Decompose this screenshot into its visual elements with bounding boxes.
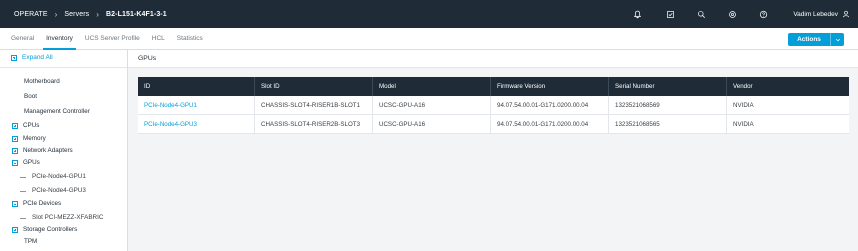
column-header-slot-id[interactable]: Slot ID: [255, 77, 373, 96]
tree-item-label: Memory: [23, 135, 46, 142]
tab-ucs-server-profile[interactable]: UCS Server Profile: [82, 28, 143, 50]
tab-statistics[interactable]: Statistics: [174, 28, 206, 50]
chevron-right-icon: ›: [54, 9, 58, 19]
tab-inventory[interactable]: Inventory: [43, 28, 76, 50]
expand-all-button[interactable]: Expand All: [11, 54, 53, 61]
breadcrumb: OPERATE › Servers › B2-L151-K4F1-3-1: [0, 10, 167, 19]
table-header: ID Slot ID Model Firmware Version Serial…: [138, 77, 849, 96]
inventory-tree: Expand All Motherboard Boot Management C…: [0, 50, 128, 251]
expand-icon[interactable]: [12, 148, 18, 154]
table-cell: 94.07.54.00.01-G171.0200.00.04: [491, 115, 609, 133]
column-header-vendor[interactable]: Vendor: [727, 77, 849, 96]
table-cell: 94.07.54.00.01-G171.0200.00.04: [491, 96, 609, 114]
column-header-id[interactable]: ID: [138, 77, 255, 96]
table-cell: CHASSIS-SLOT4-RISER1B-SLOT1: [255, 96, 373, 114]
tab-general[interactable]: General: [8, 28, 37, 50]
tree-item-label: PCIe-Node4-GPU3: [32, 187, 86, 194]
tree-item-gpus[interactable]: GPUs: [12, 158, 40, 168]
expand-icon[interactable]: [12, 136, 18, 142]
expand-icon: [11, 54, 17, 61]
breadcrumb-operate[interactable]: OPERATE: [14, 11, 48, 18]
tree-item-network-adapters[interactable]: Network Adapters: [12, 146, 73, 156]
expand-icon[interactable]: [12, 123, 18, 129]
tree-item-label: Boot: [24, 93, 37, 100]
breadcrumb-server-name: B2-L151-K4F1-3-1: [106, 10, 167, 18]
column-header-serial-number[interactable]: Serial Number: [609, 77, 727, 96]
top-bar: OPERATE › Servers › B2-L151-K4F1-3-1 Vad…: [0, 0, 858, 28]
gpu-id-link[interactable]: PCIe-Node4-GPU1: [138, 96, 255, 114]
page-title: GPUs: [138, 55, 157, 62]
tree-connector: [20, 217, 26, 219]
gpu-table: ID Slot ID Model Firmware Version Serial…: [138, 77, 849, 134]
tree-item-label: TPM: [24, 238, 38, 245]
tree-item-label: PCIe-Node4-GPU1: [32, 173, 86, 180]
table-cell: UCSC-GPU-A16: [373, 96, 491, 114]
actions-label: Actions: [797, 36, 821, 43]
expand-all-label: Expand All: [22, 54, 53, 61]
divider: [0, 67, 127, 68]
collapse-icon[interactable]: [12, 160, 18, 166]
tree-item-motherboard[interactable]: Motherboard: [24, 77, 60, 87]
user-icon: [842, 10, 850, 18]
section-header: GPUs: [128, 50, 858, 68]
bell-icon[interactable]: [622, 0, 653, 28]
settings-icon[interactable]: [717, 0, 748, 28]
tree-item-pcie-devices[interactable]: PCIe Devices: [12, 199, 61, 209]
tabs-bar: General Inventory UCS Server Profile HCL…: [0, 28, 858, 50]
help-icon[interactable]: [748, 0, 779, 28]
tree-item-label: Management Controller: [24, 108, 90, 115]
breadcrumb-servers[interactable]: Servers: [64, 11, 89, 18]
tree-item-slot-pci-mezz[interactable]: Slot PCI-MEZZ-XFABRIC: [20, 213, 103, 223]
main-content: GPUs ID Slot ID Model Firmware Version S…: [128, 50, 858, 251]
table-cell: 1323521068565: [609, 115, 727, 133]
table-row: PCIe-Node4-GPU1 CHASSIS-SLOT4-RISER1B-SL…: [138, 96, 849, 115]
actions-button[interactable]: Actions: [788, 33, 844, 46]
tree-item-label: CPUs: [23, 122, 40, 129]
tree-item-gpu3[interactable]: PCIe-Node4-GPU3: [20, 186, 86, 196]
table-cell: NVIDIA: [733, 121, 754, 128]
column-header-model[interactable]: Model: [373, 77, 491, 96]
tree-item-label: PCIe Devices: [23, 200, 62, 207]
tree-item-gpu1[interactable]: PCIe-Node4-GPU1: [20, 172, 86, 182]
tab-hcl[interactable]: HCL: [149, 28, 168, 50]
gpu-id-link[interactable]: PCIe-Node4-GPU3: [138, 115, 255, 133]
tree-connector: [20, 190, 26, 192]
tree-item-storage-controllers[interactable]: Storage Controllers: [12, 225, 77, 235]
tree-item-label: Slot PCI-MEZZ-XFABRIC: [32, 214, 104, 221]
expand-icon[interactable]: [12, 227, 18, 233]
user-menu[interactable]: Vadim Lebedev: [779, 10, 858, 18]
tree-item-management-controller[interactable]: Management Controller: [24, 107, 90, 117]
user-name: Vadim Lebedev: [793, 10, 838, 18]
table-cell: UCSC-GPU-A16: [373, 115, 491, 133]
search-icon[interactable]: [686, 0, 717, 28]
tree-item-tpm[interactable]: TPM: [24, 237, 37, 247]
table-cell: CHASSIS-SLOT4-RISER2B-SLOT3: [255, 115, 373, 133]
tree-item-cpus[interactable]: CPUs: [12, 121, 39, 131]
column-header-firmware-version[interactable]: Firmware Version: [491, 77, 609, 96]
tree-item-memory[interactable]: Memory: [12, 134, 46, 144]
tab-list: General Inventory UCS Server Profile HCL…: [8, 28, 212, 50]
table-cell: 1323521068569: [609, 96, 727, 114]
tree-item-label: GPUs: [23, 159, 40, 166]
task-icon[interactable]: [655, 0, 686, 28]
tree-item-label: Storage Controllers: [23, 226, 78, 233]
chevron-down-icon[interactable]: [830, 33, 844, 46]
chevron-right-icon: ›: [96, 9, 99, 19]
table-row: PCIe-Node4-GPU3 CHASSIS-SLOT4-RISER2B-SL…: [138, 115, 849, 134]
tree-item-boot[interactable]: Boot: [24, 92, 37, 102]
collapse-icon[interactable]: [12, 201, 18, 207]
table-cell: NVIDIA: [733, 102, 754, 109]
tree-item-label: Motherboard: [24, 78, 60, 85]
tree-connector: [20, 176, 26, 178]
tree-item-label: Network Adapters: [23, 147, 73, 154]
